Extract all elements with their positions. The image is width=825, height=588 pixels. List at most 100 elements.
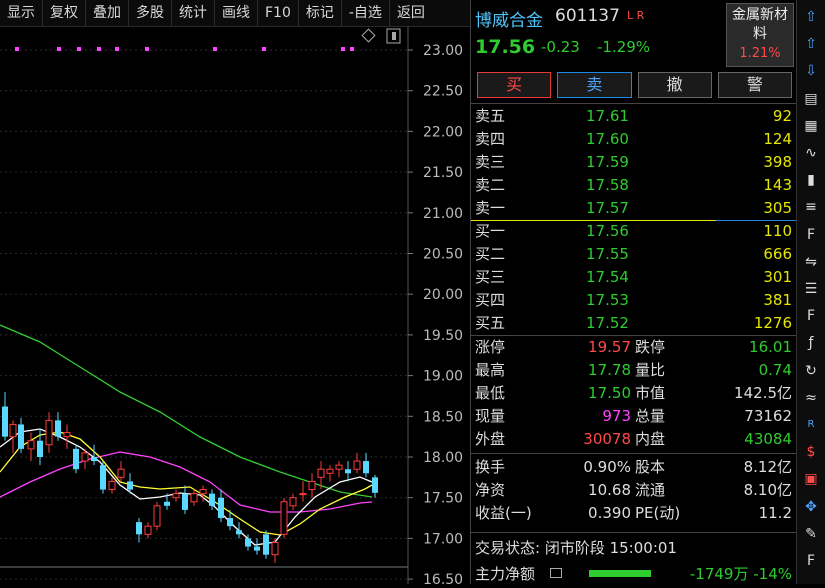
kline-candle[interactable] [9, 420, 17, 453]
ask-label: 卖四 [475, 130, 506, 148]
alert-button[interactable]: 警 [717, 72, 792, 98]
candle-body [55, 420, 61, 437]
price-axis-label: 19.00 [423, 369, 463, 385]
kline-candle[interactable] [100, 461, 106, 494]
kline-candle[interactable] [353, 452, 361, 474]
kline-candle[interactable] [299, 481, 307, 502]
arrow-up-outline-icon[interactable]: ⇧ [800, 33, 822, 55]
toolbar-mark-button[interactable]: 标记 [299, 0, 342, 26]
bid-volume: 1276 [753, 314, 792, 332]
toolbar-f10-button[interactable]: F10 [258, 0, 299, 26]
grid-icon[interactable]: ▦ [800, 115, 822, 137]
quote-panel: 博威合金 601137 L R 17.56 -0.23 -1.29% 金属新材料… [470, 0, 796, 584]
toolbar-remove-watchlist-button[interactable]: -自选 [342, 0, 390, 26]
price-axis-label: 21.50 [423, 165, 463, 181]
kline-candle[interactable] [117, 461, 125, 482]
pencil-icon[interactable]: ✎ [800, 523, 822, 545]
f5-icon[interactable]: F [800, 550, 822, 572]
bid-row: 买一 17.56 110 [471, 220, 796, 243]
chart-diamond-icon[interactable] [361, 28, 376, 43]
move-icon[interactable]: ✥ [800, 496, 822, 518]
stat-label: 换手 [475, 458, 506, 476]
refresh-icon[interactable]: ↻ [800, 360, 822, 382]
kline-candle[interactable] [263, 530, 269, 559]
buy-button[interactable]: 买 [477, 72, 552, 98]
kline-candle[interactable] [254, 538, 260, 555]
kline-candle[interactable] [190, 489, 198, 506]
cancel-order-button[interactable]: 撤 [637, 72, 712, 98]
rank-icon[interactable]: ☰ [800, 278, 822, 300]
main-flow-table-icon[interactable] [550, 568, 562, 578]
kline-candle[interactable] [108, 477, 116, 494]
kline-candle[interactable] [45, 412, 53, 453]
sell-button[interactable]: 卖 [557, 72, 632, 98]
candle-body [308, 480, 316, 491]
stat-value: 30078 [583, 430, 631, 448]
event-marker[interactable] [57, 47, 61, 51]
price-axis-label: 22.50 [423, 84, 463, 100]
kline-candle[interactable] [280, 497, 288, 539]
line-chart-icon[interactable]: ∿ [800, 142, 822, 164]
stock-name[interactable]: 博威合金 [475, 6, 543, 31]
toolbar-restore-rights-button[interactable]: 复权 [43, 0, 86, 26]
event-marker[interactable] [15, 47, 19, 51]
candle-body [317, 468, 325, 478]
kline-candle[interactable] [2, 391, 8, 441]
kline-candle[interactable] [37, 428, 43, 466]
kline-candle[interactable] [63, 424, 71, 449]
toolbar-overlay-button[interactable]: 叠加 [86, 0, 129, 26]
kline-candle[interactable] [144, 522, 152, 539]
stop-icon[interactable]: ▣ [800, 468, 822, 490]
sector-box[interactable]: 金属新材料 1.21% [726, 3, 794, 67]
arrow-down-outline-icon[interactable]: ⇩ [800, 60, 822, 82]
toolbar-draw-line-button[interactable]: 画线 [215, 0, 258, 26]
toolbar-multi-stock-button[interactable]: 多股 [129, 0, 172, 26]
kline-candle[interactable] [236, 522, 242, 539]
report-icon[interactable]: ▤ [800, 88, 822, 110]
event-marker[interactable] [77, 47, 81, 51]
event-marker[interactable] [115, 47, 119, 51]
kline-candle[interactable] [27, 432, 35, 462]
compare-icon[interactable]: ⇋ [800, 251, 822, 273]
kline-candle[interactable] [153, 501, 161, 531]
kline-candle[interactable] [345, 461, 351, 482]
stat-value: 19.57 [588, 338, 631, 356]
toolbar-back-button[interactable]: 返回 [390, 0, 432, 26]
event-marker[interactable] [262, 47, 266, 51]
f12-icon[interactable]: F [800, 305, 822, 327]
toolbar-statistics-button[interactable]: 统计 [172, 0, 215, 26]
kline-candle[interactable] [271, 538, 279, 563]
kline-chart[interactable]: 23.00 22.50 22.00 21.50 21.00 20.50 20.00 19.50… [0, 27, 470, 588]
kline-candle[interactable] [372, 474, 378, 498]
f-x-icon[interactable]: ƒ [800, 332, 822, 354]
kline-candle[interactable] [182, 485, 188, 514]
arrow-up-icon[interactable]: ⇧ [800, 6, 822, 28]
ask-volume: 124 [763, 130, 792, 148]
wave-icon[interactable]: ≈ [800, 387, 822, 409]
kline-candle[interactable] [363, 452, 369, 478]
money-icon[interactable]: $ [800, 441, 822, 463]
event-marker[interactable] [341, 47, 345, 51]
event-marker[interactable] [97, 47, 101, 51]
candle-icon[interactable]: ▮ [800, 169, 822, 191]
toolbar-display-button[interactable]: 显示 [0, 0, 43, 26]
stock-price: 17.56 [475, 36, 536, 58]
event-marker[interactable] [350, 47, 354, 51]
kline-candle[interactable] [326, 465, 334, 482]
kline-candle[interactable] [73, 444, 79, 474]
stat-label: 总量 [635, 407, 666, 425]
kline-candle[interactable] [18, 417, 24, 453]
kline-candle[interactable] [308, 473, 316, 498]
candle-body [254, 546, 260, 551]
rsi-icon[interactable]: R [800, 414, 822, 436]
f10-icon[interactable]: F [800, 224, 822, 246]
event-marker[interactable] [145, 47, 149, 51]
list-icon[interactable]: ≡ [800, 196, 822, 218]
kline-candle[interactable] [172, 489, 180, 502]
kline-candle[interactable] [91, 444, 97, 466]
kline-candle[interactable] [289, 493, 297, 510]
kline-candle[interactable] [335, 461, 343, 478]
event-marker[interactable] [213, 47, 217, 51]
bid-price: 17.54 [586, 268, 629, 286]
kline-candle[interactable] [218, 489, 224, 523]
